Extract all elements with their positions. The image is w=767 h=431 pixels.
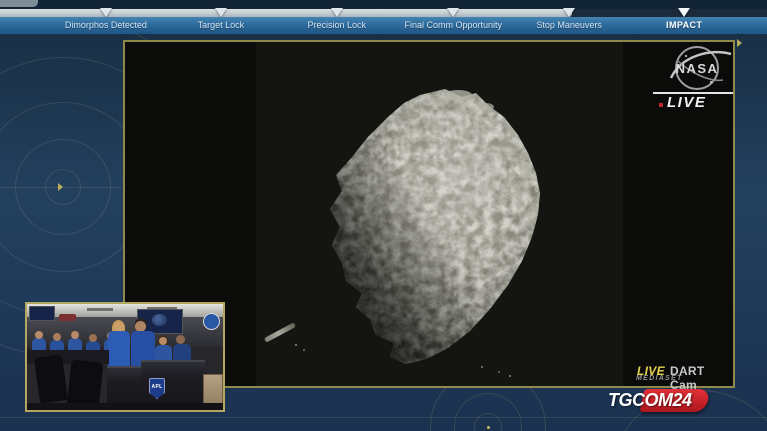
pip-wall-screen [29,306,55,321]
timeline-corner-tab [0,0,38,7]
mission-control-pip: APL [25,302,225,412]
milestone-marker-icon [563,8,576,17]
milestone-label-target-lock: Target Lock [197,20,245,30]
tgcom24-text-part1: TGCOM [608,390,673,410]
mission-timeline-bar: Dimorphos Detected Target Lock Precision… [0,0,767,34]
asteroid-debris-specks [295,344,297,346]
asteroid-dimorphos [330,89,540,364]
orbit-marker-icon [737,39,742,47]
mediaset-watermark: MEDIASET [636,375,683,382]
orbit-axis-line [0,417,767,418]
pip-person-head [53,333,61,341]
progress-fill [0,9,573,17]
milestone-marker-icon [214,8,227,17]
live-red-dot-icon [659,103,663,107]
pip-person-head [159,337,167,345]
live-badge: LIVE [667,94,707,111]
pip-ceiling [27,304,223,317]
pip-person-head [71,331,79,339]
milestone-label-dimorphos-detected: Dimorphos Detected [64,20,147,30]
orbit-center-dot [487,426,490,429]
milestone-label-precision-lock: Precision Lock [307,20,366,30]
timeline-top-strip [0,0,767,9]
milestone-label-impact: IMPACT [666,20,703,30]
pip-screen-planet [152,314,167,326]
tgcom24-logo-text: TGCOM24 [608,390,692,411]
progress-track [0,9,767,17]
pip-floor [27,403,223,410]
pip-ceiling-vent [87,308,113,311]
milestone-label-final-comm: Final Comm Opportunity [404,20,503,30]
milestone-marker-icon [678,8,691,17]
pip-wall-sign [59,314,76,321]
apl-shield-label: APL [151,384,163,390]
milestone-marker-icon [99,8,112,17]
tgcom24-logo: TGCOM24 [606,388,724,414]
nasa-logo-text: NASA [676,61,719,76]
broadcast-screenshot: Dimorphos Detected Target Lock Precision… [0,0,767,431]
pip-person-head [176,335,185,344]
milestone-label-stop-maneuvers: Stop Maneuvers [536,20,602,30]
milestone-label-band: Dimorphos Detected Target Lock Precision… [0,17,767,34]
pip-person-head [89,334,97,342]
pip-person-head [35,331,43,339]
milestone-marker-icon [330,8,343,17]
milestone-marker-icon [447,8,460,17]
tgcom24-text-part2: 24 [672,390,693,410]
orbit-marker-icon [58,183,63,191]
nasa-logo-icon: NASA [669,46,732,90]
pip-nasa-meatball-icon [203,313,220,330]
